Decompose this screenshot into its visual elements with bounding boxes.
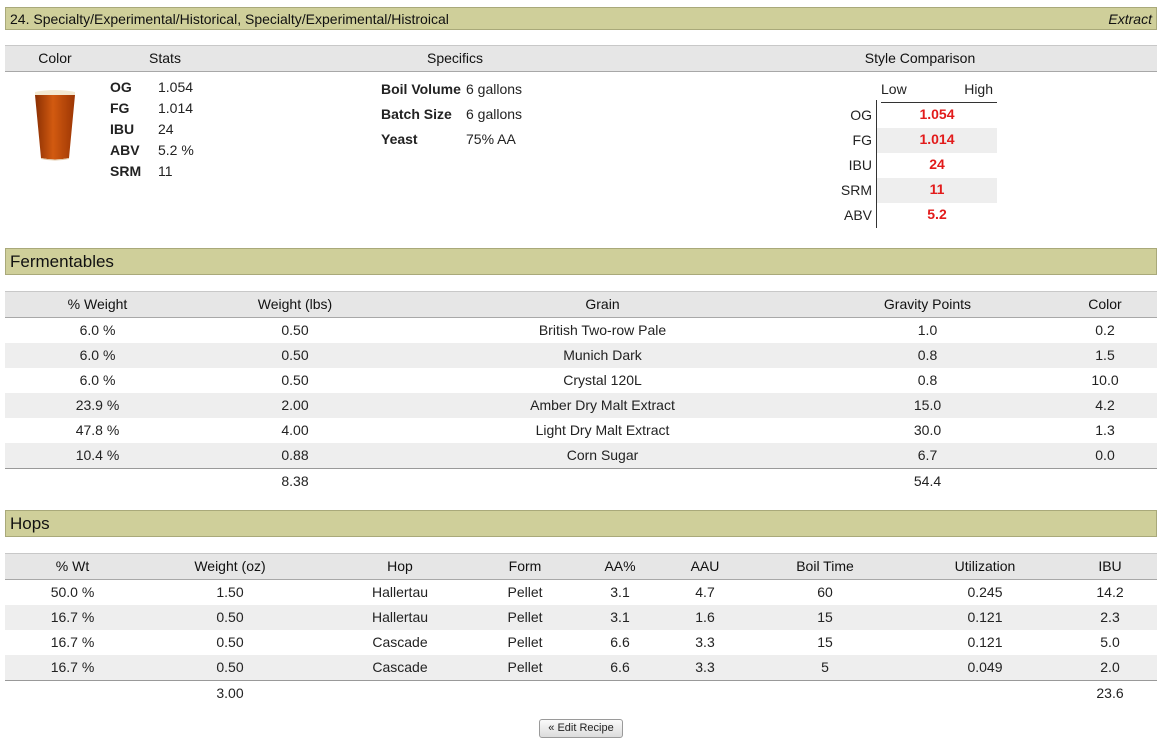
col-form: Form (508, 558, 542, 574)
comparison-row-srm: SRM 11 (835, 178, 997, 203)
table-row: 16.7 % 0.50 Cascade Pellet 6.6 3.3 5 0.0… (5, 655, 1157, 680)
table-row: 6.0 % 0.50 Munich Dark 0.8 1.5 (5, 343, 1157, 368)
fermentables-totals-row: 8.38 54.4 (5, 468, 1157, 493)
col-aau: AAU (690, 558, 720, 574)
stat-og: OG 1.054 (110, 79, 194, 95)
fermentables-table: 6.0 % 0.50 British Two-row Pale 1.0 0.2 … (5, 318, 1157, 493)
scale-low-label: Low (881, 81, 907, 97)
summary-header: Color Stats Specifics Style Comparison (5, 45, 1157, 72)
hops-header: % Wt Weight (oz) Hop Form AA% AAU Boil T… (5, 553, 1157, 580)
spec-yeast: Yeast 75% AA (381, 131, 516, 147)
col-hop: Hop (387, 558, 413, 574)
col-percent-weight: % Weight (67, 296, 128, 312)
spec-boil-volume: Boil Volume 6 gallons (381, 81, 523, 97)
comparison-axis (876, 100, 877, 228)
col-boil-time: Boil Time (796, 558, 854, 574)
stat-srm: SRM 11 (110, 163, 173, 179)
table-row: 6.0 % 0.50 British Two-row Pale 1.0 0.2 (79, 322, 1115, 338)
total-gravity-points: 54.4 (913, 473, 942, 489)
fermentables-section-title: Fermentables (5, 248, 1157, 275)
style-comparison-heading: Style Comparison (864, 50, 976, 66)
col-ibu: IBU (1098, 558, 1122, 574)
color-heading: Color (38, 50, 72, 66)
table-row: 16.7 % 0.50 Cascade Pellet 6.6 3.3 15 0.… (50, 634, 1120, 650)
col-gravity-points: Gravity Points (883, 296, 972, 312)
table-row: 10.4 % 0.88 Corn Sugar 6.7 0.0 (5, 443, 1157, 468)
specifics-list: Boil Volume 6 gallons Batch Size 6 gallons… (381, 81, 522, 156)
total-weight-oz: 3.00 (216, 685, 244, 701)
table-row: 50.0 % 1.50 Hallertau Pellet 3.1 4.7 60 … (50, 584, 1124, 600)
hops-table: 50.0 % 1.50 Hallertau Pellet 3.1 4.7 60 … (5, 580, 1157, 705)
fermentables-header: % Weight Weight (lbs) Grain Gravity Poin… (5, 291, 1157, 318)
col-utilization: Utilization (954, 558, 1016, 574)
hops-section-title: Hops (5, 510, 1157, 537)
table-row: 6.0 % 0.50 Crystal 120L 0.8 10.0 (79, 372, 1119, 388)
stats-list: OG 1.054 FG 1.014 IBU 24 ABV 5.2 % SRM 11 (110, 79, 194, 184)
comparison-row-abv: ABV 5.2 (843, 206, 947, 223)
comparison-row-og: OG 1.054 (850, 106, 955, 123)
col-color: Color (1088, 296, 1122, 312)
hops-totals-row: 3.00 23.6 (5, 680, 1157, 705)
col-weight-oz: Weight (oz) (194, 558, 266, 574)
total-ibu: 23.6 (1096, 685, 1124, 701)
col-grain: Grain (585, 296, 620, 312)
stat-abv: ABV 5.2 % (110, 142, 194, 158)
stat-ibu: IBU 24 (110, 121, 174, 137)
table-row: 16.7 % 0.50 Hallertau Pellet 3.1 1.6 15 … (5, 605, 1157, 630)
recipe-type: Extract (1108, 10, 1152, 27)
comparison-row-fg: FG 1.014 (835, 128, 997, 153)
comparison-scale: Low High (881, 81, 997, 103)
recipe-title-bar: 24. Specialty/Experimental/Historical, S… (5, 7, 1157, 30)
stat-fg: FG 1.014 (110, 100, 194, 116)
spec-batch-size: Batch Size 6 gallons (381, 106, 523, 122)
table-row: 47.8 % 4.00 Light Dry Malt Extract 30.0 … (75, 422, 1115, 438)
col-percent-wt: % Wt (55, 558, 90, 574)
comparison-row-ibu: IBU 24 (848, 156, 945, 173)
edit-recipe-button[interactable]: « Edit Recipe (539, 719, 623, 738)
col-weight-lbs: Weight (lbs) (257, 296, 333, 312)
recipe-title: 24. Specialty/Experimental/Historical, S… (10, 10, 449, 27)
scale-high-label: High (964, 81, 993, 97)
total-weight-lbs: 8.38 (281, 473, 309, 489)
table-row: 23.9 % 2.00 Amber Dry Malt Extract 15.0 … (5, 393, 1157, 418)
specifics-heading: Specifics (426, 50, 484, 66)
beer-color-glass-icon (33, 88, 77, 165)
col-aa-percent: AA% (604, 558, 636, 574)
stats-heading: Stats (149, 50, 181, 66)
